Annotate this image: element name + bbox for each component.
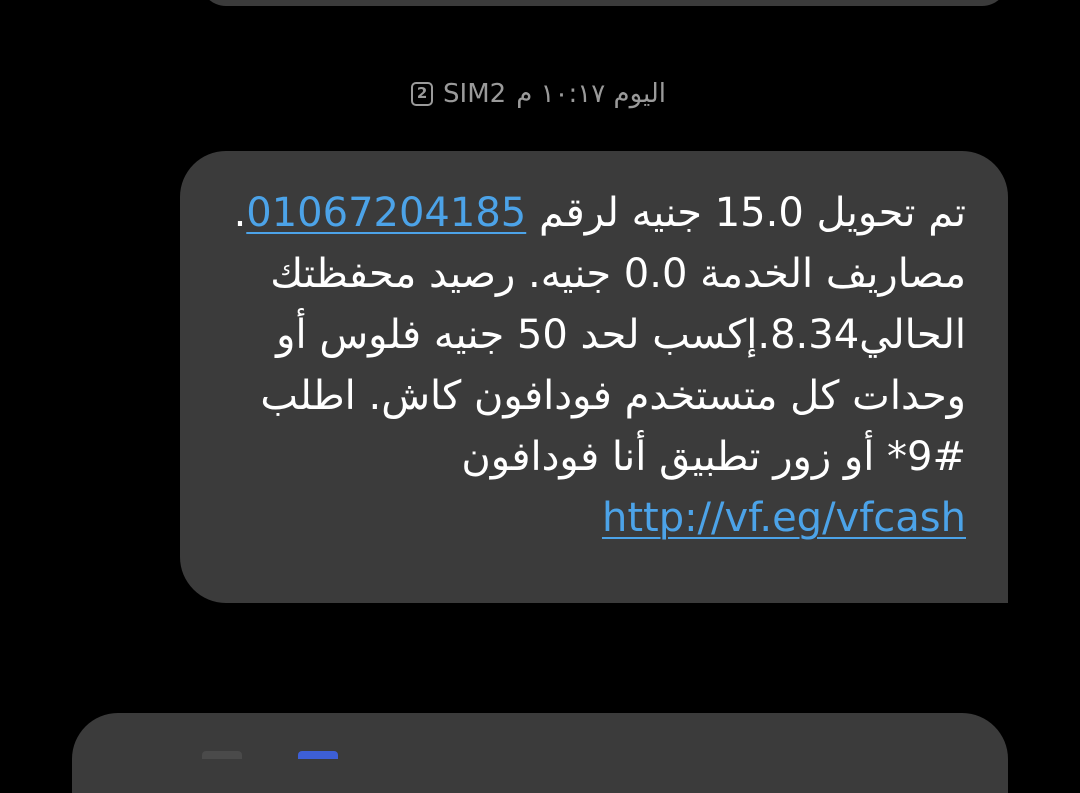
message-time: اليوم ١٠:١٧ م	[516, 79, 666, 109]
previous-message-bubble[interactable]	[200, 0, 1008, 6]
message-text-part1: تم تحويل 15.0 جنيه لرقم	[526, 190, 966, 236]
sim-badge: 2 SIM2	[411, 79, 506, 109]
sim-label: SIM2	[443, 79, 507, 109]
next-message-marker	[202, 751, 242, 759]
vfcash-url-link[interactable]: http://vf.eg/vfcash	[602, 495, 966, 541]
next-message-marker-accent	[298, 751, 338, 759]
phone-number-link[interactable]: 01067204185	[246, 190, 526, 236]
message-body: تم تحويل 15.0 جنيه لرقم 01067204185. مصا…	[220, 183, 966, 549]
next-message-bubble[interactable]	[72, 713, 1008, 793]
message-bubble[interactable]: تم تحويل 15.0 جنيه لرقم 01067204185. مصا…	[180, 151, 1008, 603]
sim-card-icon: 2	[411, 82, 434, 106]
message-meta: اليوم ١٠:١٧ م 2 SIM2	[411, 76, 666, 112]
